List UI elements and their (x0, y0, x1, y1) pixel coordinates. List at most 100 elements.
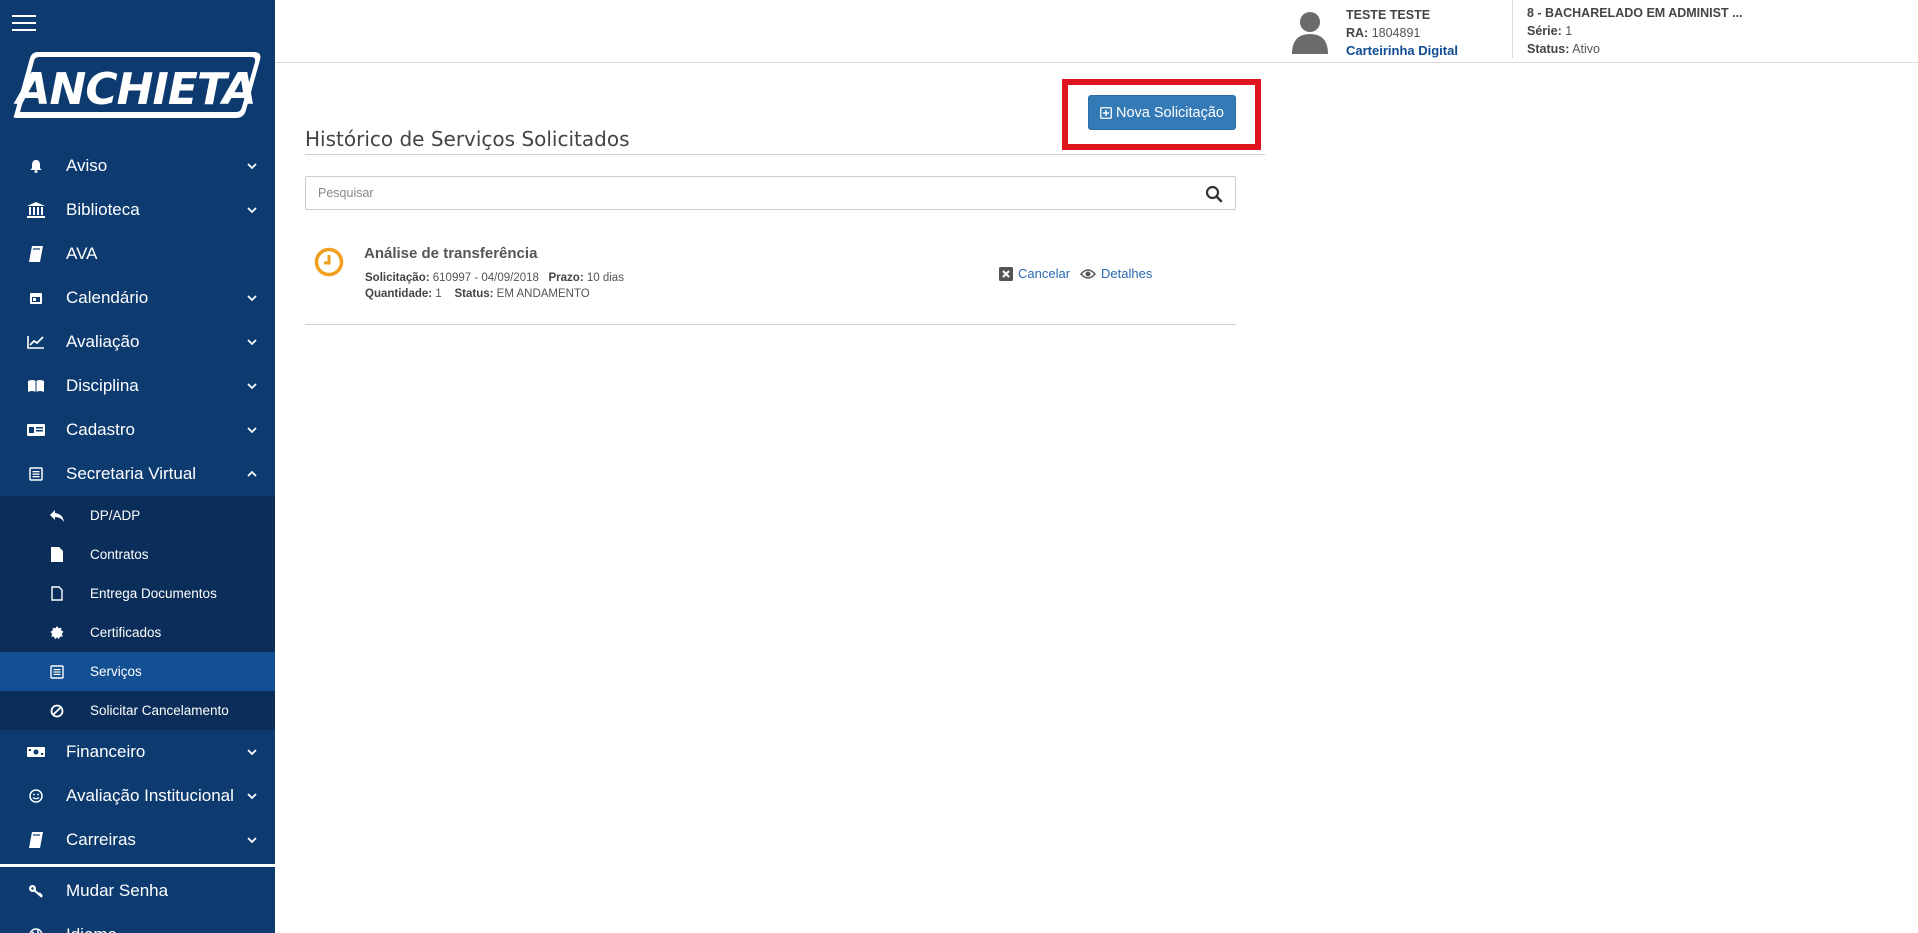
serie-label: Série: (1527, 24, 1562, 38)
course-serie: Série: 1 (1527, 22, 1743, 40)
course-title: 8 - BACHARELADO EM ADMINIST ... (1527, 6, 1743, 20)
chevron-down-icon (247, 339, 257, 346)
bell-icon (22, 159, 50, 173)
book-icon (22, 246, 50, 262)
money-icon (22, 746, 50, 758)
chevron-down-icon (247, 163, 257, 170)
plus-square-icon (1100, 106, 1112, 119)
sidebar-item-aviso[interactable]: Aviso (0, 144, 275, 188)
nova-solicitacao-button[interactable]: Nova Solicitação (1088, 95, 1236, 130)
sidebar-subitem-solicitar-cancelamento[interactable]: Solicitar Cancelamento (0, 691, 275, 730)
sidebar-subitem-label: Entrega Documentos (90, 586, 217, 601)
sidebar-subitem-contratos[interactable]: Contratos (0, 535, 275, 574)
sidebar-item-label: Calendário (66, 288, 149, 307)
details-label: Detalhes (1101, 266, 1153, 281)
ban-icon (48, 704, 66, 718)
status-value: Ativo (1572, 42, 1600, 56)
anchieta-logo[interactable]: ANCHIETA (8, 46, 264, 126)
sidebar-item-label: AVA (66, 244, 98, 263)
file-outline-icon (48, 586, 66, 601)
sidebar-item-label: Avaliação Institucional (66, 786, 234, 805)
line-chart-icon (22, 335, 50, 349)
search-input[interactable] (306, 177, 1186, 209)
sidebar-subitem-servicos[interactable]: Serviços (0, 652, 275, 691)
document-icon (22, 467, 50, 481)
reply-all-icon (48, 509, 66, 523)
sidebar-subitem-entrega-documentos[interactable]: Entrega Documentos (0, 574, 275, 613)
sidebar-item-disciplina[interactable]: Disciplina (0, 364, 275, 408)
book-icon (22, 832, 50, 848)
secretaria-submenu: DP/ADP Contratos Entrega Documentos Cert… (0, 496, 275, 730)
cancel-label: Cancelar (1018, 266, 1071, 281)
smile-icon (22, 789, 50, 803)
request-status-label: Status: (454, 288, 494, 300)
open-book-icon (22, 379, 50, 393)
globe-icon (22, 928, 50, 933)
institution-icon (22, 202, 50, 218)
cancel-request-button[interactable]: Cancelar (999, 266, 1070, 281)
request-meta-line2: Quantidade: 1 Status: EM ANDAMENTO (365, 288, 590, 300)
ra-value: 1804891 (1371, 26, 1421, 40)
serie-value: 1 (1565, 24, 1573, 38)
status-label: Status: (1527, 42, 1570, 56)
sidebar-subitem-label: Contratos (90, 547, 149, 562)
sidebar-item-label: Idioma (66, 925, 275, 933)
course-info[interactable]: 8 - BACHARELADO EM ADMINIST ... Série: 1… (1527, 4, 1743, 58)
user-info: TESTE TESTE RA: 1804891 Carteirinha Digi… (1346, 6, 1458, 60)
request-actions: Cancelar Detalhes (999, 266, 1162, 281)
sidebar-item-biblioteca[interactable]: Biblioteca (0, 188, 275, 232)
sidebar-item-label: Financeiro (66, 742, 146, 761)
user-ra: RA: 1804891 (1346, 24, 1458, 42)
chevron-down-icon (247, 793, 257, 800)
sidebar-subitem-label: Solicitar Cancelamento (90, 703, 229, 718)
sidebar-item-avaliacao[interactable]: Avaliação (0, 320, 275, 364)
solicitacao-value: 610997 - 04/09/2018 (432, 272, 539, 284)
sidebar-item-secretaria-virtual[interactable]: Secretaria Virtual (0, 452, 275, 496)
logo-text: ANCHIETA (13, 64, 255, 115)
sidebar-subitem-dp-adp[interactable]: DP/ADP (0, 496, 275, 535)
course-status: Status: Ativo (1527, 40, 1743, 58)
page-title: Histórico de Serviços Solicitados (305, 127, 630, 151)
sidebar-item-cadastro[interactable]: Cadastro (0, 408, 275, 452)
sidebar-subitem-label: Certificados (90, 625, 162, 640)
sidebar-subitem-certificados[interactable]: Certificados (0, 613, 275, 652)
sidebar-item-label: Cadastro (66, 420, 135, 439)
chevron-down-icon (247, 837, 257, 844)
sidebar-item-mudar-senha[interactable]: Mudar Senha (0, 869, 275, 913)
sidebar-item-idioma[interactable]: Idioma (0, 913, 275, 933)
sidebar-subitem-label: Serviços (90, 664, 142, 679)
solicitacao-label: Solicitação: (365, 272, 430, 284)
header-divider (1512, 0, 1513, 58)
sidebar-item-calendario[interactable]: Calendário (0, 276, 275, 320)
menu-toggle-icon[interactable] (12, 15, 36, 33)
sidebar-item-ava[interactable]: AVA (0, 232, 275, 276)
sidebar-subitem-label: DP/ADP (90, 508, 141, 523)
close-box-icon (999, 266, 1013, 281)
sidebar-item-carreiras[interactable]: Carreiras (0, 818, 275, 862)
sidebar-item-label: Biblioteca (66, 200, 140, 219)
calendar-icon (22, 291, 50, 305)
details-request-button[interactable]: Detalhes (1080, 266, 1152, 281)
search-icon[interactable] (1205, 185, 1223, 203)
file-icon (48, 547, 66, 562)
sidebar-item-label: Carreiras (66, 830, 136, 849)
ra-label: RA: (1346, 26, 1369, 40)
key-icon (22, 884, 50, 898)
sidebar-item-financeiro[interactable]: Financeiro (0, 730, 275, 774)
sidebar-item-avaliacao-institucional[interactable]: Avaliação Institucional (0, 774, 275, 818)
carteirinha-digital-link[interactable]: Carteirinha Digital (1346, 42, 1458, 60)
quantidade-value: 1 (435, 288, 442, 300)
request-item: Análise de transferência Solicitação: 61… (305, 232, 1236, 325)
prazo-label: Prazo: (548, 272, 584, 284)
eye-icon (1080, 268, 1097, 279)
sidebar: ANCHIETA Aviso Biblioteca AVA Calendário… (0, 0, 275, 933)
nova-solicitacao-label: Nova Solicitação (1116, 104, 1224, 121)
clock-icon (314, 247, 344, 277)
list-alt-icon (48, 664, 66, 679)
certificate-icon (48, 625, 66, 640)
request-title: Análise de transferência (364, 245, 538, 262)
sidebar-item-label: Mudar Senha (66, 881, 169, 900)
request-meta-line1: Solicitação: 610997 - 04/09/2018 Prazo: … (365, 272, 624, 284)
sidebar-item-label: Secretaria Virtual (66, 464, 197, 483)
user-avatar-icon[interactable] (1290, 8, 1330, 54)
